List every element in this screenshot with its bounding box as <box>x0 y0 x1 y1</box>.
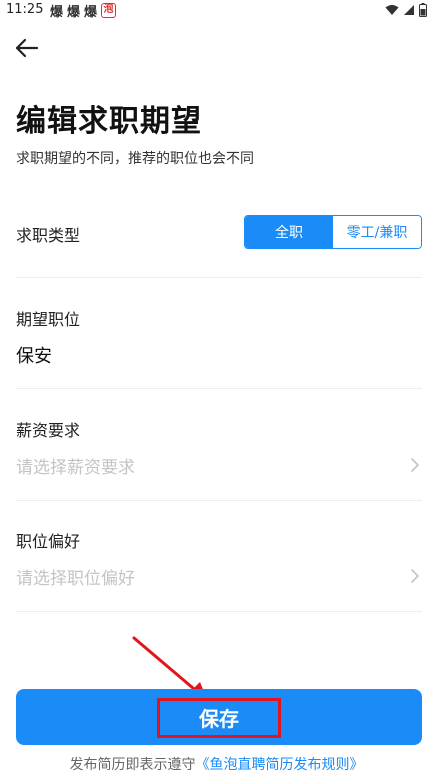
app-notification-icon: 爆 <box>50 5 64 20</box>
page-subtitle: 求职期望的不同，推荐的职位也会不同 <box>16 151 254 167</box>
app-notification-icon: 爆 <box>67 5 81 20</box>
field-label: 薪资要求 <box>16 421 81 440</box>
rules-link[interactable]: 《鱼泡直聘简历发布规则》 <box>196 757 364 773</box>
divider <box>16 388 422 389</box>
field-label: 期望职位 <box>16 310 81 329</box>
battery-icon <box>419 3 427 17</box>
field-label: 职位偏好 <box>16 532 81 551</box>
job-type-option-parttime[interactable]: 零工/兼职 <box>333 216 421 248</box>
footer-text: 发布简历即表示遵守 <box>69 757 196 773</box>
chevron-right-icon <box>411 458 419 472</box>
back-button[interactable] <box>14 36 40 60</box>
job-type-option-fulltime[interactable]: 全职 <box>245 216 333 248</box>
chevron-right-icon <box>411 569 419 583</box>
page-title: 编辑求职期望 <box>16 104 202 139</box>
footer-agreement: 发布简历即表示遵守《鱼泡直聘简历发布规则》 <box>0 754 433 774</box>
job-type-row: 求职类型 全职 零工/兼职 <box>16 214 422 250</box>
job-type-label: 求职类型 <box>16 226 81 245</box>
signal-icon <box>404 5 414 15</box>
expected-position-field[interactable]: 期望职位 保安 <box>16 306 422 386</box>
salary-field[interactable]: 薪资要求 请选择薪资要求 <box>16 417 422 497</box>
status-indicators <box>385 3 427 17</box>
status-time: 11:25 <box>6 2 44 17</box>
field-placeholder: 请选择薪资要求 <box>16 458 135 478</box>
job-type-segmented-control: 全职 零工/兼职 <box>244 215 422 249</box>
field-placeholder: 请选择职位偏好 <box>16 569 135 589</box>
back-arrow-icon <box>15 38 39 58</box>
save-button[interactable]: 保存 <box>16 689 422 745</box>
wifi-icon <box>385 5 399 15</box>
app-notification-icon: 爆 <box>84 5 98 20</box>
status-bar: 11:25 爆 爆 爆 泡 <box>0 0 433 22</box>
position-preference-field[interactable]: 职位偏好 请选择职位偏好 <box>16 528 422 608</box>
red-app-notification-icon: 泡 <box>101 3 117 18</box>
annotation-highlight-box <box>157 698 281 738</box>
status-app-icons: 爆 爆 爆 泡 <box>50 1 117 20</box>
field-value: 保安 <box>16 346 52 367</box>
divider <box>16 277 422 278</box>
divider <box>16 500 422 501</box>
divider <box>16 611 422 612</box>
